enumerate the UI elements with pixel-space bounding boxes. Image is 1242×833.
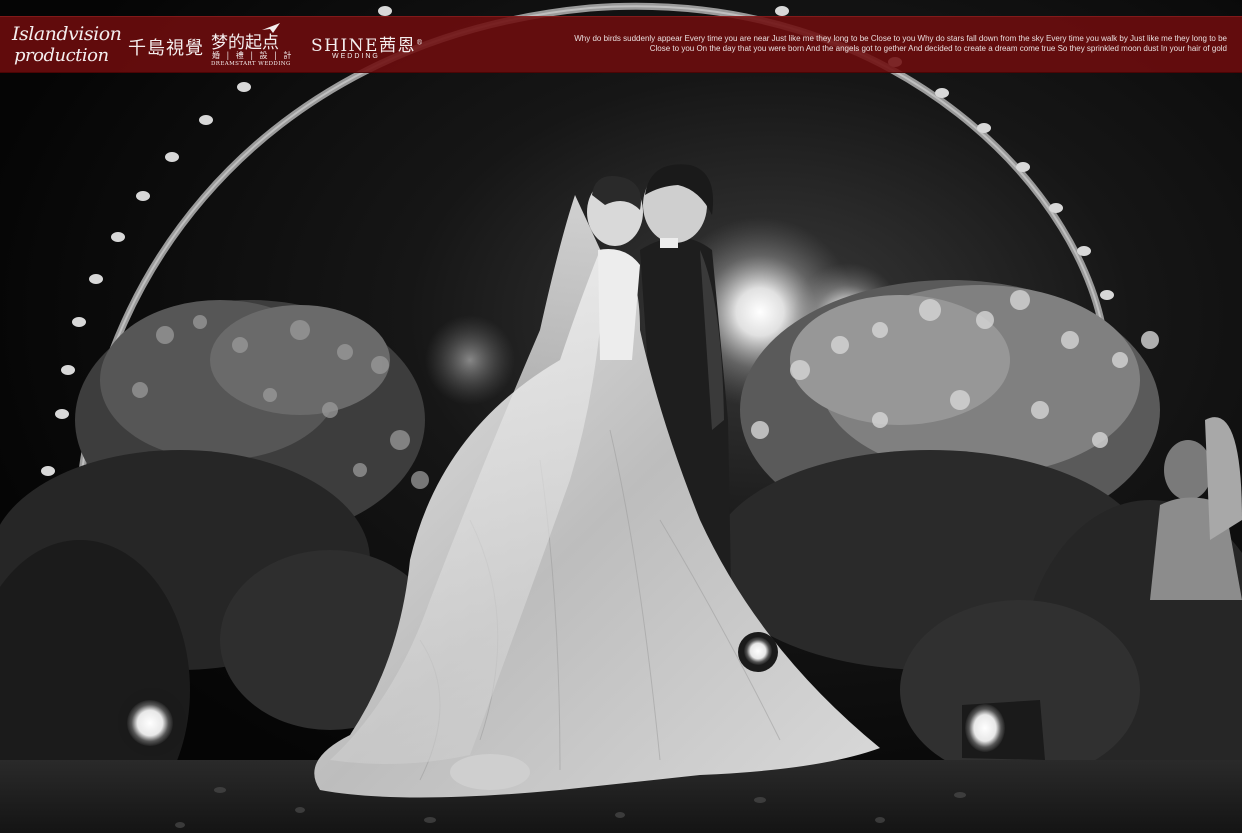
song-lyrics: Why do birds suddenly appear Every time … <box>567 34 1227 54</box>
wedding-photo-page: Islandvision production 千島視覺 梦的起点 婚 | 禮 … <box>0 0 1242 833</box>
brand-banner: Islandvision production 千島視覺 梦的起点 婚 | 禮 … <box>0 16 1242 73</box>
islandvision-logo-line2: production <box>14 45 109 66</box>
bokeh-light <box>425 315 515 405</box>
dreamstart-logo-sub: 婚 | 禮 | 設 | 計 <box>212 51 294 60</box>
floor-lamp-left <box>118 688 186 756</box>
lyrics-line-1: Why do birds suddenly appear Every time … <box>574 34 1227 43</box>
shine-logo-sub: WEDDING <box>332 53 380 60</box>
dreamstart-logo: 梦的起点 婚 | 禮 | 設 | 計 DREAMSTART WEDDING <box>211 22 291 70</box>
registered-mark: ® <box>415 38 425 47</box>
chidao-logo: 千島視覺 <box>128 38 204 59</box>
floor-lamp-right <box>962 700 1045 760</box>
wedding-photo <box>0 0 1242 833</box>
islandvision-logo-line1: Islandvision <box>12 23 122 45</box>
dreamstart-logo-en: DREAMSTART WEDDING <box>211 61 291 67</box>
lyrics-line-2: Close to you On the day that you were bo… <box>649 44 1227 53</box>
floor-lamp-center <box>738 632 778 672</box>
gown-train <box>450 754 530 790</box>
islandvision-logo: Islandvision production <box>10 19 122 71</box>
